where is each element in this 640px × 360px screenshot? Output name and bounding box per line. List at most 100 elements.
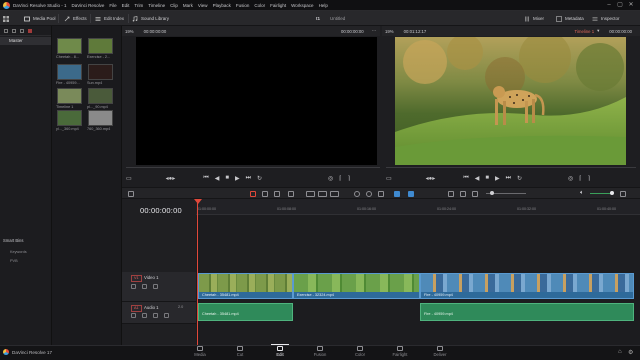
skip-forward-icon[interactable]: ⏭ xyxy=(246,175,251,182)
volume-slider[interactable] xyxy=(590,193,612,194)
chevron-down-icon[interactable]: ▾ xyxy=(597,28,599,34)
viewer-options-icon[interactable]: ⋯ xyxy=(372,28,376,34)
home-icon[interactable]: ⌂ xyxy=(618,349,622,355)
media-pool-clip-thumbnail[interactable] xyxy=(57,88,82,104)
speaker-icon[interactable]: 🔈︎ xyxy=(580,190,584,197)
video-track-tag[interactable]: V1 xyxy=(131,275,142,282)
stop-icon[interactable]: ■ xyxy=(225,175,229,181)
media-pool-clip-thumbnail[interactable] xyxy=(88,88,113,104)
custom-zoom-icon[interactable] xyxy=(472,191,478,197)
menu-item-view[interactable]: View xyxy=(198,3,208,8)
mark-in-icon[interactable]: ⌈ xyxy=(339,175,341,182)
panel-toggle-icon[interactable] xyxy=(4,28,8,33)
menu-item-fusion[interactable]: Fusion xyxy=(236,3,250,8)
viewer-size-icon[interactable]: ▭ xyxy=(386,175,392,182)
edit-index-button[interactable]: Edit Index xyxy=(95,14,124,23)
lock-icon[interactable] xyxy=(131,284,136,289)
media-pool-clip-thumbnail[interactable] xyxy=(88,64,113,80)
replace-clip-icon[interactable] xyxy=(330,191,339,197)
jog-icon[interactable]: ◂●▸ xyxy=(426,175,436,182)
snapping-icon[interactable] xyxy=(354,191,360,197)
menu-item-trim[interactable]: Trim xyxy=(134,3,143,8)
minimize-icon[interactable]: – xyxy=(606,2,612,8)
smart-bin-keywords[interactable]: Keywords xyxy=(10,250,27,254)
menu-item-fairlight[interactable]: Fairlight xyxy=(270,3,286,8)
menu-item-color[interactable]: Color xyxy=(254,3,265,8)
page-fusion[interactable]: Fusion xyxy=(307,346,333,357)
timeline-scrubber[interactable] xyxy=(386,167,636,168)
list-view-icon[interactable] xyxy=(12,28,16,33)
media-pool-clip-thumbnail[interactable] xyxy=(57,38,82,54)
mark-out-icon[interactable]: ⌉ xyxy=(348,175,350,182)
media-pool-clip-thumbnail[interactable] xyxy=(88,38,113,54)
menu-item-help[interactable]: Help xyxy=(319,3,328,8)
bins-toggle-button[interactable] xyxy=(3,14,12,23)
blade-mode-icon[interactable] xyxy=(288,191,294,197)
smart-bin-people[interactable]: PVB xyxy=(10,259,18,263)
audio-track-tag[interactable]: A1 xyxy=(131,305,142,312)
auto-select-icon[interactable] xyxy=(142,284,147,289)
audio-track-name[interactable]: Audio 1 xyxy=(144,305,159,310)
flag-marker-icon[interactable] xyxy=(394,191,400,197)
timeline-view-options-icon[interactable] xyxy=(128,191,134,197)
insert-clip-icon[interactable] xyxy=(306,191,315,197)
page-cut[interactable]: Cut xyxy=(227,346,253,357)
menu-item-edit[interactable]: Edit xyxy=(122,3,130,8)
maximize-icon[interactable]: ▢ xyxy=(617,2,623,8)
play-icon[interactable]: ▶ xyxy=(495,175,500,182)
full-zoom-icon[interactable] xyxy=(448,191,454,197)
video-clip[interactable]: Cheetah - 35481.mp4 xyxy=(198,273,293,299)
viewer-size-icon[interactable]: ▭ xyxy=(126,175,132,182)
media-pool-clip-thumbnail[interactable] xyxy=(57,110,82,126)
zoom-slider-handle[interactable] xyxy=(490,191,494,195)
bin-master[interactable]: Master xyxy=(0,37,51,45)
play-icon[interactable]: ▶ xyxy=(235,175,240,182)
sound-library-button[interactable]: Sound Library xyxy=(132,14,169,23)
menu-item-davinci-resolve[interactable]: DaVinci Resolve xyxy=(71,3,104,8)
match-frame-icon[interactable]: ◎ xyxy=(568,175,573,182)
marker-icon[interactable] xyxy=(408,191,414,197)
overwrite-clip-icon[interactable] xyxy=(318,191,327,197)
selection-mode-icon[interactable] xyxy=(250,191,256,197)
video-clip[interactable]: Exercise - 32324.mp4 xyxy=(293,273,420,299)
position-lock-icon[interactable] xyxy=(378,191,384,197)
flag-icon[interactable] xyxy=(28,28,32,33)
skip-back-icon[interactable]: ⏮ xyxy=(203,175,208,182)
page-color[interactable]: Color xyxy=(347,346,373,357)
timeline-viewer[interactable] xyxy=(395,37,626,165)
page-media[interactable]: Media xyxy=(187,346,213,357)
menu-item-mark[interactable]: Mark xyxy=(183,3,193,8)
mute-icon[interactable] xyxy=(164,313,169,318)
solo-icon[interactable] xyxy=(153,313,158,318)
media-pool-clip-thumbnail[interactable] xyxy=(88,110,113,126)
media-pool-clip-thumbnail[interactable] xyxy=(57,64,82,80)
timeline-zoom[interactable]: 19% xyxy=(385,29,394,34)
play-reverse-icon[interactable]: ◀ xyxy=(215,175,220,182)
playhead[interactable] xyxy=(197,199,198,345)
play-reverse-icon[interactable]: ◀ xyxy=(475,175,480,182)
loop-icon[interactable]: ↻ xyxy=(517,175,522,182)
mark-out-icon[interactable]: ⌉ xyxy=(588,175,590,182)
close-icon[interactable]: ✕ xyxy=(628,2,634,8)
menu-item-workspace[interactable]: Workspace xyxy=(291,3,313,8)
timeline-timecode[interactable]: 00:00:00:00 xyxy=(140,206,182,215)
eye-icon[interactable] xyxy=(153,284,158,289)
lock-icon[interactable] xyxy=(131,313,136,318)
metadata-button[interactable]: Metadata xyxy=(556,14,584,23)
gear-icon[interactable]: ⚙ xyxy=(628,349,633,356)
linked-selection-icon[interactable] xyxy=(366,191,372,197)
skip-forward-icon[interactable]: ⏭ xyxy=(506,175,511,182)
inspector-button[interactable]: Inspector xyxy=(592,14,620,23)
menu-item-playback[interactable]: Playback xyxy=(213,3,231,8)
audio-clip[interactable]: Fire - 40959.mp4 xyxy=(420,303,634,321)
menu-item-timeline[interactable]: Timeline xyxy=(148,3,165,8)
sort-icon[interactable] xyxy=(20,28,24,33)
effects-button[interactable]: Effects xyxy=(64,14,87,23)
dynamic-trim-icon[interactable] xyxy=(274,191,280,197)
menu-item-clip[interactable]: Clip xyxy=(170,3,178,8)
stop-icon[interactable]: ■ xyxy=(485,175,489,181)
source-scrubber[interactable] xyxy=(126,167,380,168)
skip-back-icon[interactable]: ⏮ xyxy=(463,175,468,182)
audio-clip[interactable]: Cheetah - 35481.mp4 xyxy=(198,303,293,321)
timeline-name[interactable]: Timeline 1 xyxy=(574,29,594,34)
